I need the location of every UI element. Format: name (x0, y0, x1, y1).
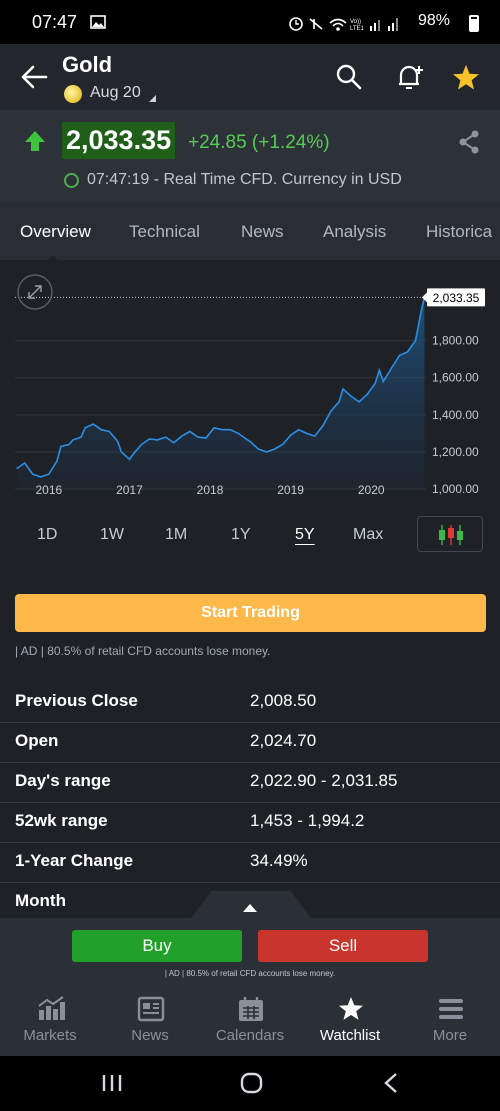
menu-icon (439, 999, 463, 1019)
current-price-label: 2,033.35 (433, 291, 480, 305)
realtime-info: 07:47:19 - Real Time CFD. Currency in US… (87, 171, 402, 188)
add-alert-bell-icon[interactable] (395, 62, 425, 92)
tab-news[interactable]: News (241, 222, 284, 242)
current-price-tag: 2,033.35 (422, 288, 485, 307)
stat-row: 52wk range 1,453 - 1,994.2 (0, 802, 500, 843)
contract-date[interactable]: Aug 20 (90, 84, 141, 102)
stat-row: Previous Close 2,008.50 (0, 682, 500, 723)
stat-value: 2,022.90 - 2,031.85 (250, 771, 398, 790)
gold-coin-icon (64, 85, 82, 103)
stat-row: 1-Year Change 34.49% (0, 842, 500, 883)
price-change: +24.85 (+1.24%) (188, 132, 330, 153)
range-1d[interactable]: 1D (37, 526, 57, 544)
range-max[interactable]: Max (353, 526, 383, 544)
stat-value: 34.49% (250, 851, 308, 870)
price-panel: 2,033.35 +24.85 (+1.24%) 07:47:19 - Real… (0, 110, 500, 202)
back-icon[interactable] (382, 1072, 400, 1094)
tab-historical[interactable]: Historica (426, 222, 492, 242)
candlestick-icon (439, 525, 463, 545)
tab-overview[interactable]: Overview (20, 222, 91, 242)
nav-more[interactable]: More (400, 986, 500, 1056)
instrument-title: Gold (62, 52, 113, 77)
x-tick-label: 2016 (35, 483, 62, 497)
battery-percent: 98% (418, 12, 451, 29)
ad-disclaimer: | AD | 80.5% of retail CFD accounts lose… (15, 644, 271, 658)
nav-label: More (432, 1027, 468, 1044)
x-tick-label: 2020 (358, 483, 385, 497)
svg-text:Vo)): Vo)) (350, 19, 361, 25)
stat-label: Day's range (15, 771, 111, 790)
battery-icon (469, 15, 479, 32)
stat-label: Month (15, 891, 66, 910)
nav-label: Markets (23, 1027, 77, 1044)
share-icon[interactable] (458, 130, 480, 154)
svg-text:LTE1: LTE1 (350, 26, 365, 32)
nav-label: News (131, 1027, 169, 1044)
range-1y[interactable]: 1Y (231, 526, 251, 544)
stat-value: 2,024.70 (250, 731, 317, 750)
y-tick-label: 1,000.00 (432, 482, 479, 496)
stat-label: 52wk range (15, 811, 108, 830)
x-tick-label: 2018 (197, 483, 224, 497)
star-icon (339, 997, 363, 1020)
recent-apps-icon[interactable] (100, 1073, 124, 1093)
stat-value: 1,453 - 1,994.2 (250, 811, 365, 830)
clock-icon (64, 173, 79, 188)
buy-button[interactable]: Buy (72, 930, 242, 962)
status-bar: 07:47 Vo)) LTE1 98% (0, 0, 500, 44)
y-tick-label: 1,400.00 (432, 408, 479, 422)
stat-label: Open (15, 731, 59, 750)
stat-row: Day's range 2,022.90 - 2,031.85 (0, 762, 500, 803)
home-icon[interactable] (240, 1072, 264, 1094)
candlestick-toggle-button[interactable] (417, 516, 483, 552)
y-tick-label: 1,800.00 (432, 334, 479, 348)
start-trading-button[interactable]: Start Trading (15, 594, 486, 632)
gallery-icon (90, 15, 106, 29)
range-5y[interactable]: 5Y (295, 526, 315, 544)
stat-label: Previous Close (15, 691, 138, 710)
nav-label: Watchlist (319, 1027, 381, 1044)
news-icon (137, 996, 165, 1022)
y-tick-label: 1,600.00 (432, 371, 479, 385)
nav-markets[interactable]: Markets (0, 986, 100, 1056)
trade-ad-disclaimer: | AD | 80.5% of retail CFD accounts lose… (164, 969, 336, 978)
tab-analysis[interactable]: Analysis (323, 222, 386, 242)
bottom-nav: Markets News Calendars Watchlist More (0, 986, 500, 1056)
nav-calendars[interactable]: Calendars (200, 986, 300, 1056)
system-nav-bar (0, 1056, 500, 1111)
y-tick-label: 1,200.00 (432, 445, 479, 459)
calendar-icon (239, 997, 263, 1021)
back-arrow-icon[interactable] (20, 64, 48, 90)
markets-chart-icon (38, 996, 65, 1020)
expand-up-icon[interactable] (243, 904, 257, 912)
x-tick-label: 2019 (277, 483, 304, 497)
status-time: 07:47 (32, 12, 78, 32)
search-icon[interactable] (336, 64, 362, 90)
tab-technical[interactable]: Technical (129, 222, 200, 242)
stat-value: 2,008.50 (250, 691, 317, 710)
stat-label: 1-Year Change (15, 851, 134, 870)
up-arrow-icon (25, 131, 45, 151)
app-header: Gold Aug 20 (0, 44, 500, 110)
nav-news[interactable]: News (100, 986, 200, 1056)
last-price: 2,033.35 (62, 122, 176, 159)
range-1m[interactable]: 1M (165, 526, 187, 544)
nav-watchlist[interactable]: Watchlist (300, 986, 400, 1056)
range-1w[interactable]: 1W (100, 526, 124, 544)
watchlist-star-icon[interactable] (452, 64, 480, 91)
nav-label: Calendars (215, 1027, 285, 1044)
dropdown-corner-icon (149, 95, 156, 102)
sell-button[interactable]: Sell (258, 930, 428, 962)
price-area (16, 297, 425, 489)
section-tabs: Overview Technical News Analysis Histori… (0, 202, 500, 261)
price-chart[interactable]: 2016 2017 2018 2019 2020 1,000.00 1,200.00 1,4… (0, 260, 500, 508)
x-tick-label: 2017 (116, 483, 143, 497)
expand-chart-icon[interactable] (17, 274, 53, 310)
status-icons: Vo)) LTE1 (289, 17, 398, 32)
stat-row: Open 2,024.70 (0, 722, 500, 763)
